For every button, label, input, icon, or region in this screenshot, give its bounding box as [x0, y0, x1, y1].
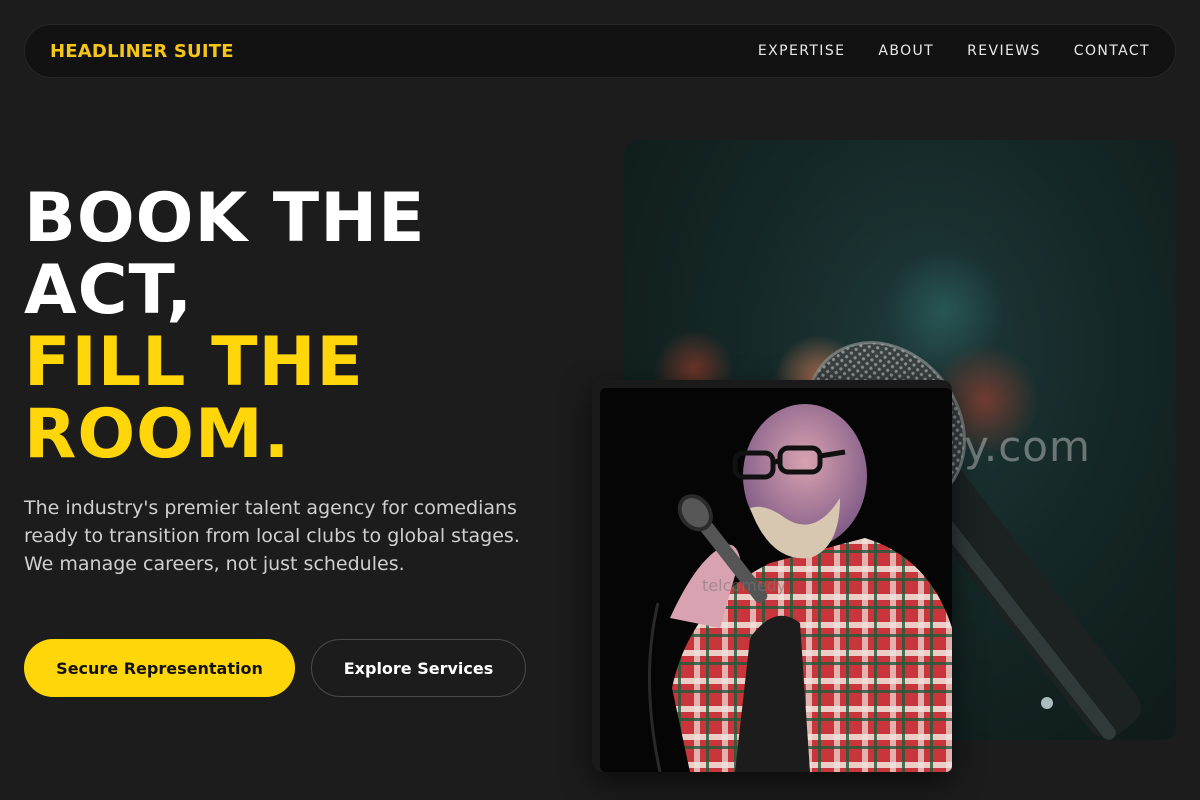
- top-navbar: HEADLINER SUITE EXPERTISE ABOUT REVIEWS …: [24, 24, 1176, 78]
- background-watermark: y.com: [964, 422, 1091, 471]
- nav-link-contact[interactable]: CONTACT: [1074, 43, 1150, 59]
- headline-line-3: FILL THE: [24, 323, 364, 402]
- explore-services-button[interactable]: Explore Services: [311, 639, 526, 697]
- headline-line-1: BOOK THE: [24, 179, 426, 258]
- comedian-photo-card: telcomedy: [592, 380, 952, 772]
- foreground-watermark: telcomedy: [702, 576, 787, 595]
- secure-representation-button[interactable]: Secure Representation: [24, 639, 295, 697]
- nav-link-reviews[interactable]: REVIEWS: [967, 43, 1041, 59]
- hero-headline: BOOK THE ACT, FILL THE ROOM.: [24, 183, 544, 471]
- hero-subtext: The industry's premier talent agency for…: [24, 497, 520, 575]
- headline-line-4: ROOM.: [24, 395, 291, 474]
- brand-logo[interactable]: HEADLINER SUITE: [50, 41, 234, 62]
- nav-link-expertise[interactable]: EXPERTISE: [758, 43, 845, 59]
- headline-line-2: ACT,: [24, 251, 194, 330]
- nav-link-about[interactable]: ABOUT: [878, 43, 934, 59]
- nav-links: EXPERTISE ABOUT REVIEWS CONTACT: [758, 43, 1150, 59]
- comedian-photo: telcomedy: [600, 388, 952, 772]
